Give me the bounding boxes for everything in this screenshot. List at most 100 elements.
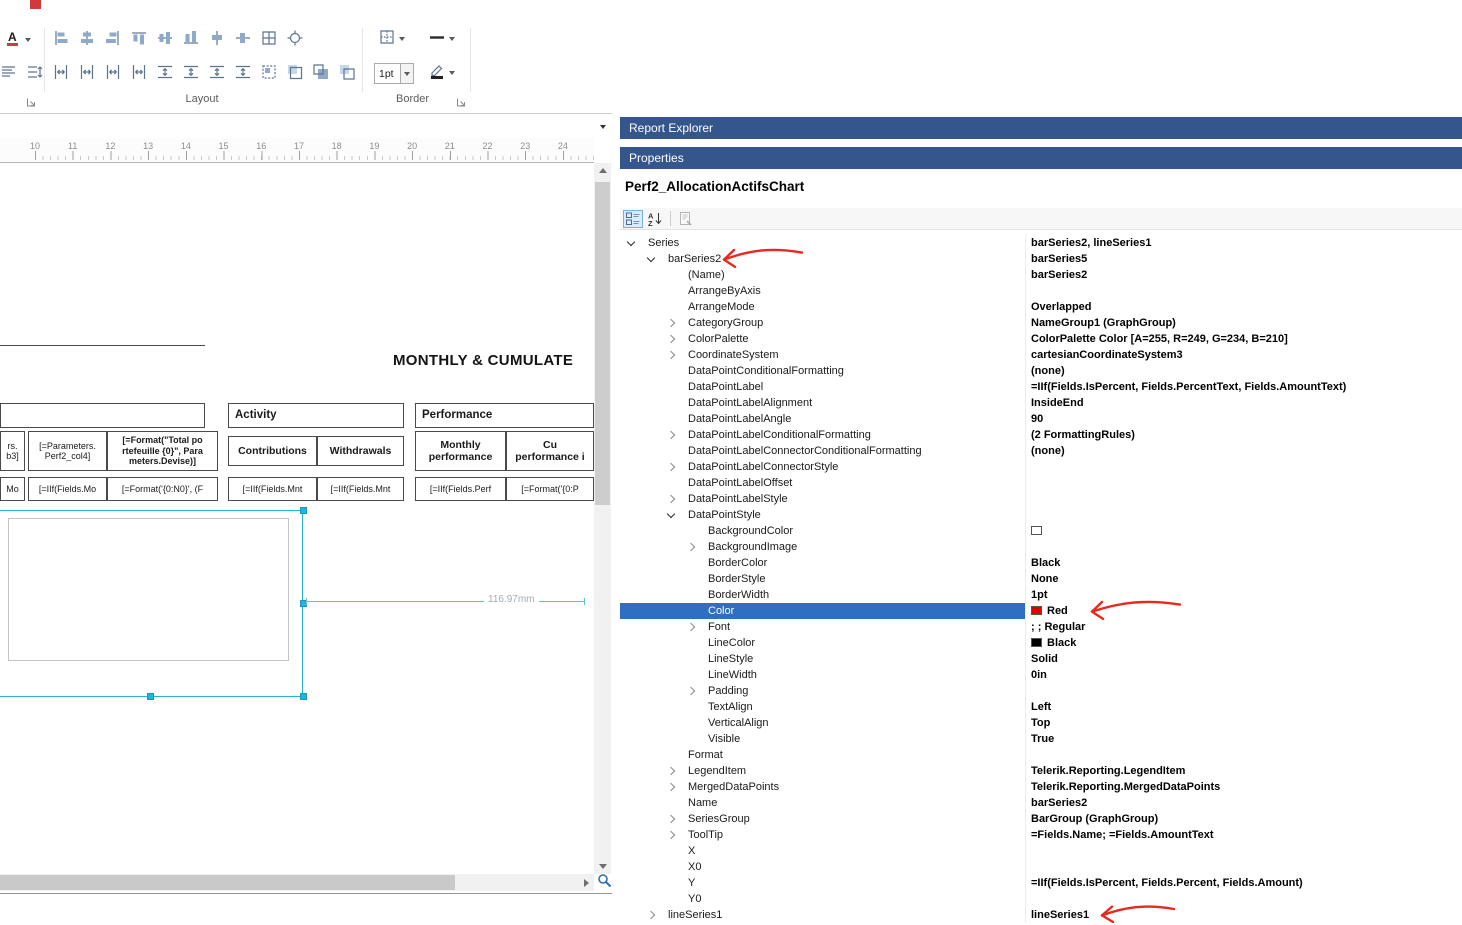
properties-titlebar[interactable]: Properties (620, 147, 1462, 169)
property-value[interactable] (1025, 283, 1462, 299)
property-row-datapointlabelstyle[interactable]: DataPointLabelStyle (620, 491, 1462, 507)
table-cell[interactable]: [=Format("Total po rtefeuille {0}", Para… (107, 431, 218, 471)
increase-horizontal-spacing-icon[interactable] (78, 63, 96, 81)
center-horizontally-icon[interactable] (208, 29, 226, 47)
snap-to-grid-icon[interactable] (286, 29, 304, 47)
table-cell-contributions[interactable]: Contributions (228, 436, 317, 466)
table-cell[interactable]: [=Format('{0:P (506, 477, 594, 501)
selection-handle[interactable] (147, 693, 154, 700)
border-width-combo[interactable]: 1pt (374, 63, 414, 84)
send-to-back-icon[interactable] (338, 63, 356, 81)
size-to-control-icon[interactable] (286, 63, 304, 81)
property-row-legenditem[interactable]: LegendItem Telerik.Reporting.LegendItem (620, 763, 1462, 779)
property-value[interactable]: Black (1025, 635, 1462, 651)
property-value[interactable]: Left (1025, 699, 1462, 715)
line-spacing-icon[interactable] (26, 63, 44, 81)
property-value[interactable] (1025, 539, 1462, 555)
property-row-colorpalette[interactable]: ColorPalette ColorPalette Color [A=255, R… (620, 331, 1462, 347)
combo-dropdown-button[interactable] (400, 64, 413, 83)
property-row-arrangebyaxis[interactable]: ArrangeByAxis (620, 283, 1462, 299)
dialog-launcher-icon[interactable] (26, 95, 38, 107)
property-row-datapointlabelconnectorconditionalformatting[interactable]: DataPointLabelConnectorConditionalFormat… (620, 443, 1462, 459)
property-row-bordercolor[interactable]: BorderColor Black (620, 555, 1462, 571)
horizontal-scrollbar-thumb[interactable] (0, 875, 455, 890)
remove-vertical-spacing-icon[interactable] (234, 63, 252, 81)
vertical-scrollbar[interactable] (594, 163, 611, 874)
table-cell[interactable]: [=IIf(Fields.Mo (28, 477, 107, 501)
property-value[interactable]: =IIf(Fields.IsPercent, Fields.Percent, F… (1025, 875, 1462, 891)
property-value[interactable] (1025, 475, 1462, 491)
property-row-color[interactable]: Color Red (620, 603, 1462, 619)
property-row-datapointconditionalformatting[interactable]: DataPointConditionalFormatting (none) (620, 363, 1462, 379)
zoom-magnifier-icon[interactable] (596, 873, 613, 891)
align-middles-icon[interactable] (156, 29, 174, 47)
property-row-backgroundimage[interactable]: BackgroundImage (620, 539, 1462, 555)
property-row-padding[interactable]: Padding (620, 683, 1462, 699)
scroll-up-icon[interactable] (594, 163, 611, 178)
property-row-datapointlabel[interactable]: DataPointLabel =IIf(Fields.IsPercent, Fie… (620, 379, 1462, 395)
property-row-borderstyle[interactable]: BorderStyle None (620, 571, 1462, 587)
property-value[interactable] (1025, 683, 1462, 699)
property-row-datapointlabelangle[interactable]: DataPointLabelAngle 90 (620, 411, 1462, 427)
property-value[interactable] (1025, 507, 1462, 523)
table-header-activity[interactable]: Activity (228, 403, 404, 428)
property-value[interactable]: barSeries5 (1025, 251, 1462, 267)
selection-handle[interactable] (300, 507, 307, 514)
property-value[interactable]: None (1025, 571, 1462, 587)
property-row-borderwidth[interactable]: BorderWidth 1pt (620, 587, 1462, 603)
equal-vertical-spacing-icon[interactable] (156, 63, 174, 81)
table-header-cell-empty[interactable] (0, 403, 205, 428)
line-style-button[interactable] (426, 29, 457, 49)
property-value[interactable]: (2 FormattingRules) (1025, 427, 1462, 443)
property-row-format[interactable]: Format (620, 747, 1462, 763)
property-row-datapointlabelconnectorstyle[interactable]: DataPointLabelConnectorStyle (620, 459, 1462, 475)
property-value[interactable] (1025, 459, 1462, 475)
remove-horizontal-spacing-icon[interactable] (130, 63, 148, 81)
property-row-linewidth[interactable]: LineWidth 0in (620, 667, 1462, 683)
collapse-chevron-icon[interactable] (596, 121, 610, 133)
scroll-right-icon[interactable] (578, 874, 594, 891)
align-lefts-icon[interactable] (52, 29, 70, 47)
property-row-tooltip[interactable]: ToolTip =Fields.Name; =Fields.AmountText (620, 827, 1462, 843)
property-value[interactable]: Telerik.Reporting.MergedDataPoints (1025, 779, 1462, 795)
property-row-font[interactable]: Font ; ; Regular (620, 619, 1462, 635)
property-value[interactable] (1025, 859, 1462, 875)
property-value[interactable]: 0in (1025, 667, 1462, 683)
table-cell-withdrawals[interactable]: Withdrawals (317, 436, 404, 466)
property-row-name[interactable]: (Name) barSeries2 (620, 267, 1462, 283)
table-cell[interactable]: Mo (0, 477, 25, 501)
table-cell[interactable]: [=IIf(Fields.Perf (415, 477, 506, 501)
align-bottoms-icon[interactable] (182, 29, 200, 47)
table-header-performance[interactable]: Performance (415, 403, 594, 428)
property-value[interactable]: barSeries2 (1025, 795, 1462, 811)
decrease-vertical-spacing-icon[interactable] (208, 63, 226, 81)
border-color-button[interactable] (426, 63, 457, 83)
property-row-y0[interactable]: Y0 (620, 891, 1462, 907)
property-value[interactable]: cartesianCoordinateSystem3 (1025, 347, 1462, 363)
property-row-visible[interactable]: Visible True (620, 731, 1462, 747)
property-value[interactable] (1025, 491, 1462, 507)
property-value[interactable]: 1pt (1025, 587, 1462, 603)
property-value[interactable]: True (1025, 731, 1462, 747)
property-row-mergeddatapoints[interactable]: MergedDataPoints Telerik.Reporting.Merged… (620, 779, 1462, 795)
text-align-icon[interactable] (0, 63, 18, 81)
property-row-datapointlabelalignment[interactable]: DataPointLabelAlignment InsideEnd (620, 395, 1462, 411)
bring-to-front-icon[interactable] (312, 63, 330, 81)
property-row-datapointstyle[interactable]: DataPointStyle (620, 507, 1462, 523)
property-row-barseries2[interactable]: barSeries2 barSeries5 (620, 251, 1462, 267)
design-canvas[interactable]: MONTHLY & CUMULATE Activity Performance … (0, 163, 594, 874)
selection-handle[interactable] (300, 693, 307, 700)
property-value[interactable]: 90 (1025, 411, 1462, 427)
dialog-launcher-icon[interactable] (456, 95, 468, 107)
align-to-grid-icon[interactable] (260, 63, 278, 81)
chart-plot-area[interactable] (8, 518, 289, 661)
property-value[interactable]: InsideEnd (1025, 395, 1462, 411)
property-value[interactable]: barSeries2 (1025, 267, 1462, 283)
table-cell[interactable]: rs. b3] (0, 431, 25, 471)
size-to-grid-icon[interactable] (260, 29, 278, 47)
increase-vertical-spacing-icon[interactable] (182, 63, 200, 81)
property-value[interactable] (1025, 843, 1462, 859)
font-color-icon[interactable]: A (2, 30, 32, 50)
property-row-seriesgroup[interactable]: SeriesGroup BarGroup (GraphGroup) (620, 811, 1462, 827)
property-value[interactable]: barSeries2, lineSeries1 (1025, 235, 1462, 251)
